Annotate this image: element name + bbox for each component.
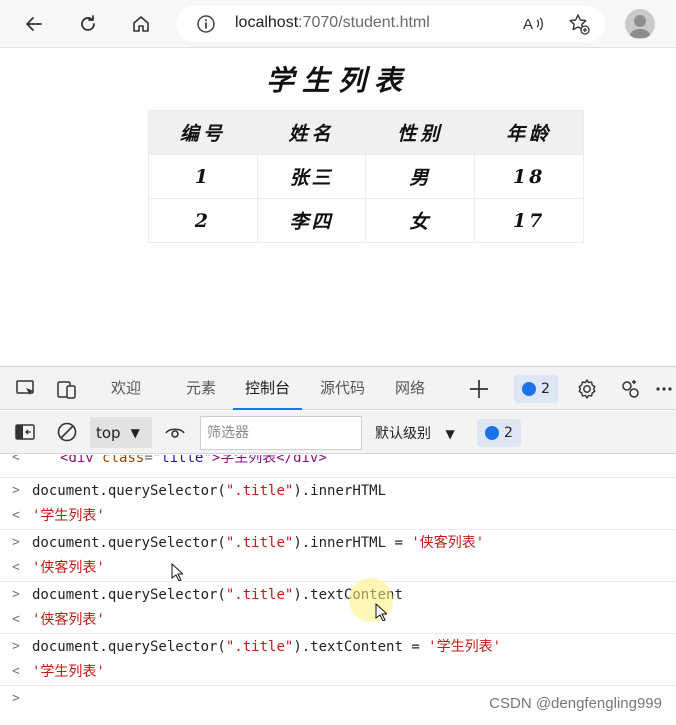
back-button[interactable]: [18, 8, 50, 40]
tab-console[interactable]: 控制台: [233, 367, 302, 410]
arrow-left-icon: [24, 14, 44, 34]
message-count: 2: [504, 425, 513, 441]
device-emulation-button[interactable]: [54, 376, 80, 402]
url-host: localhost: [235, 14, 298, 31]
log-level-selector[interactable]: 默认级别 ▼: [375, 423, 455, 443]
add-favorite-icon[interactable]: [568, 13, 590, 35]
inspect-element-button[interactable]: [13, 376, 39, 402]
console-command: > document.querySelector(".title").inner…: [0, 477, 676, 503]
result-arrow-icon: <: [12, 455, 20, 465]
live-expression-button[interactable]: [162, 419, 188, 445]
tab-welcome[interactable]: 欢迎: [111, 367, 141, 410]
cell-age: 17: [475, 199, 584, 243]
read-aloud-icon[interactable]: A: [522, 14, 546, 34]
console-messages-badge[interactable]: 2: [477, 419, 521, 447]
prompt-chevron-icon: >: [12, 530, 20, 556]
console-result: < '学生列表': [0, 659, 676, 685]
browser-toolbar: localhost:7070/student.html A: [0, 0, 676, 48]
console-toolbar: top ▼ 默认级别 ▼ 2: [0, 411, 676, 454]
console-result: < <div class="title">学生列表</div>: [0, 455, 676, 471]
more-tabs-button[interactable]: [466, 376, 492, 402]
home-icon: [131, 14, 151, 34]
mouse-pointer-icon: [375, 603, 387, 621]
result-arrow-icon: <: [12, 555, 20, 581]
console-command: > document.querySelector(".title").inner…: [0, 529, 676, 555]
inspect-icon: [15, 378, 37, 400]
page-title: 学生列表: [0, 59, 676, 99]
console-command: > document.querySelector(".title").textC…: [0, 581, 676, 607]
message-icon: [522, 382, 536, 396]
caret-down-icon: ▼: [445, 427, 454, 441]
tab-sources[interactable]: 源代码: [320, 367, 365, 410]
url-path: :7070/student.html: [298, 14, 430, 31]
caret-down-icon: ▼: [131, 426, 140, 440]
issues-count: 2: [541, 381, 550, 397]
cell-gender: 男: [366, 155, 475, 199]
header-id: 编号: [149, 111, 258, 155]
table-row: 1 张三 男 18: [149, 155, 584, 199]
console-result: < '学生列表': [0, 503, 676, 529]
clear-icon: [56, 421, 78, 443]
prompt-chevron-icon: >: [12, 478, 20, 504]
mouse-pointer-icon: [171, 563, 183, 581]
prompt-chevron-icon: >: [12, 582, 20, 608]
web-page: 学生列表 编号 姓名 性别 年龄 1 张三 男 18 2 李四 女 17: [0, 49, 676, 366]
console-output[interactable]: < <div class="title">学生列表</div> > docume…: [0, 455, 676, 725]
log-level-value: 默认级别: [375, 426, 431, 442]
plus-icon: [468, 378, 490, 400]
more-options-button[interactable]: [654, 376, 674, 402]
more-icon: [654, 378, 674, 400]
svg-text:A: A: [523, 16, 533, 33]
customize-button[interactable]: [617, 376, 643, 402]
settings-button[interactable]: [574, 376, 600, 402]
info-icon[interactable]: [196, 14, 216, 34]
refresh-icon: [78, 14, 98, 34]
console-command: > document.querySelector(".title").textC…: [0, 633, 676, 659]
profile-avatar[interactable]: [625, 9, 655, 39]
context-value: top: [96, 424, 121, 442]
cell-id: 1: [149, 155, 258, 199]
address-bar[interactable]: localhost:7070/student.html A: [176, 6, 605, 42]
sidebar-icon: [14, 421, 36, 443]
filter-input[interactable]: [200, 416, 362, 450]
cell-name: 李四: [257, 199, 366, 243]
context-selector[interactable]: top ▼: [90, 417, 152, 448]
result-arrow-icon: <: [12, 659, 20, 685]
refresh-button[interactable]: [72, 8, 104, 40]
watermark: CSDN @dengfengling999: [489, 695, 662, 712]
console-result: < '侠客列表': [0, 555, 676, 581]
cell-age: 18: [475, 155, 584, 199]
student-table: 编号 姓名 性别 年龄 1 张三 男 18 2 李四 女 17: [148, 110, 584, 243]
eye-icon: [164, 421, 186, 443]
tab-network[interactable]: 网络: [395, 367, 425, 410]
cell-name: 张三: [257, 155, 366, 199]
table-header-row: 编号 姓名 性别 年龄: [149, 111, 584, 155]
connected-people-icon: [619, 378, 641, 400]
cell-id: 2: [149, 199, 258, 243]
prompt-chevron-icon: >: [12, 634, 20, 660]
home-button[interactable]: [125, 8, 157, 40]
devtools-panel: 欢迎 元素 控制台 源代码 网络 2 top ▼: [0, 366, 676, 724]
header-name: 姓名: [257, 111, 366, 155]
header-age: 年龄: [475, 111, 584, 155]
console-result: < '侠客列表': [0, 607, 676, 633]
clear-console-button[interactable]: [54, 419, 80, 445]
header-gender: 性别: [366, 111, 475, 155]
message-icon: [485, 426, 499, 440]
url-text: localhost:7070/student.html: [235, 14, 430, 32]
toggle-sidebar-button[interactable]: [12, 419, 38, 445]
tab-elements[interactable]: 元素: [186, 367, 216, 410]
result-arrow-icon: <: [12, 607, 20, 633]
gear-icon: [576, 378, 598, 400]
result-arrow-icon: <: [12, 503, 20, 529]
cell-gender: 女: [366, 199, 475, 243]
user-icon: [625, 9, 655, 39]
device-icon: [56, 378, 78, 400]
devtools-tab-bar: 欢迎 元素 控制台 源代码 网络 2: [0, 367, 676, 410]
result-html: <div class="title">学生列表</div>: [60, 455, 327, 466]
issues-badge[interactable]: 2: [514, 375, 558, 403]
prompt-chevron-icon: >: [12, 686, 20, 712]
table-row: 2 李四 女 17: [149, 199, 584, 243]
